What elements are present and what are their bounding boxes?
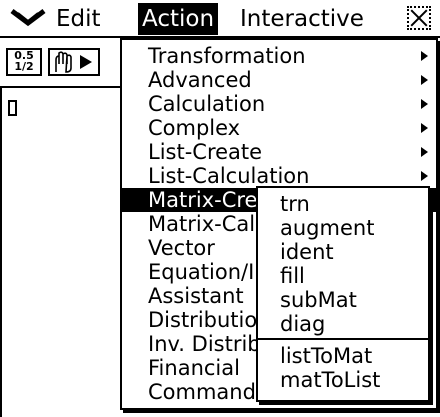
menu-item-list-create[interactable]: List-Create — [122, 140, 436, 164]
submenu-item-diag[interactable]: diag — [258, 312, 428, 336]
menu-item-label: List-Create — [148, 140, 263, 164]
menu-item-label: Advanced — [148, 68, 252, 92]
menu-item-label: Complex — [148, 116, 241, 140]
submenu-item-augment[interactable]: augment — [258, 216, 428, 240]
submenu-item-submat[interactable]: subMat — [258, 288, 428, 312]
close-icon[interactable] — [407, 6, 431, 30]
menu-item-label: Financial — [148, 356, 240, 380]
submenu-arrow-icon — [421, 99, 428, 109]
menu-item-label: Vector — [148, 236, 215, 260]
submenu-arrow-icon — [421, 171, 428, 181]
submenu-separator — [258, 338, 428, 340]
submenu-arrow-icon — [421, 147, 428, 157]
menu-item-complex[interactable]: Complex — [122, 116, 436, 140]
input-cursor — [8, 100, 17, 116]
menu-item-label: Transformation — [148, 44, 306, 68]
submenu-item-ident[interactable]: ident — [258, 240, 428, 264]
menu-interactive[interactable]: Interactive — [240, 3, 364, 35]
menu-action[interactable]: Action — [138, 3, 219, 35]
submenu-item-fill[interactable]: fill — [258, 264, 428, 288]
submenu-arrow-icon — [421, 51, 428, 61]
submenu-item-trn[interactable]: trn — [258, 192, 428, 216]
submenu-arrow-icon — [421, 75, 428, 85]
menu-item-label: Assistant — [148, 284, 244, 308]
menu-item-transformation[interactable]: Transformation — [122, 44, 436, 68]
menu-edit[interactable]: Edit — [56, 3, 101, 35]
hand-play-icon[interactable] — [48, 48, 100, 76]
menu-item-label: Command — [148, 380, 256, 404]
menu-item-list-calculation[interactable]: List-Calculation — [122, 164, 436, 188]
left-divider — [0, 88, 2, 417]
menu-item-calculation[interactable]: Calculation — [122, 92, 436, 116]
matrix-create-submenu: trn augment ident fill subMat diag listT… — [256, 186, 430, 402]
submenu-item-mattolist[interactable]: matToList — [258, 368, 428, 392]
fraction-icon-bottom: 1/2 — [14, 60, 34, 73]
fraction-toggle-icon[interactable]: 0.5 1/2 — [6, 48, 42, 76]
menu-item-advanced[interactable]: Advanced — [122, 68, 436, 92]
submenu-arrow-icon — [421, 123, 428, 133]
menu-item-label: List-Calculation — [148, 164, 310, 188]
menu-bar: Edit Action Interactive — [0, 0, 440, 38]
menu-item-label: Calculation — [148, 92, 266, 116]
menu-item-label: Distribution — [148, 308, 271, 332]
double-chevron-down-icon[interactable] — [6, 3, 52, 35]
submenu-item-listtomat[interactable]: listToMat — [258, 344, 428, 368]
